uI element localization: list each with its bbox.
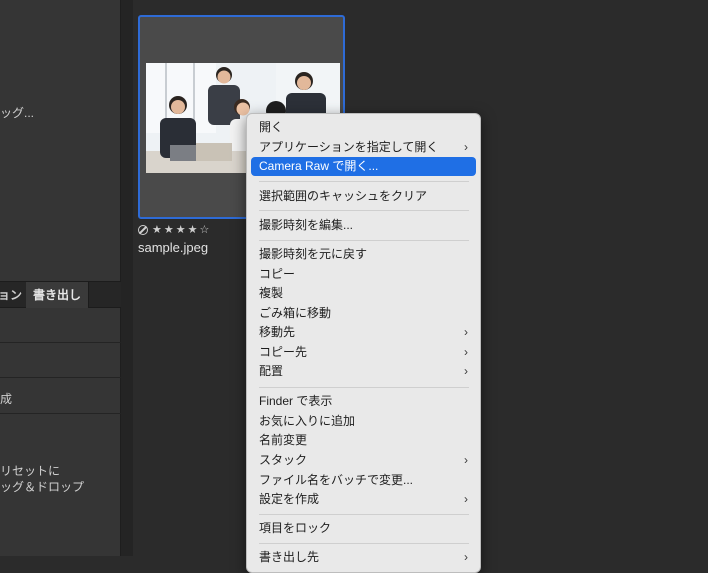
menu-item-label: コピー先 [259, 345, 308, 359]
chevron-right-icon: › [464, 492, 468, 506]
chevron-right-icon: › [464, 550, 468, 564]
context-menu: 開く アプリケーションを指定して開く › Camera Raw で開く... 選択… [246, 113, 481, 573]
menu-item-label: 書き出し先 [259, 550, 320, 564]
menu-item-move-to[interactable]: 移動先 › [251, 323, 476, 342]
divider [0, 377, 121, 378]
left-row-label[interactable]: ッグ＆ドロップ [0, 478, 84, 495]
chevron-right-icon: › [464, 325, 468, 339]
menu-item-label: Camera Raw で開く... [259, 159, 379, 173]
panel-splitter[interactable] [121, 0, 133, 556]
menu-item-stack[interactable]: スタック › [251, 451, 476, 470]
divider [0, 342, 121, 343]
menu-item-label: スタック [259, 453, 308, 467]
menu-item-reveal-in-finder[interactable]: Finder で表示 [251, 392, 476, 411]
menu-item-label: ファイル名をバッチで変更... [259, 473, 414, 487]
menu-item-rename[interactable]: 名前変更 [251, 431, 476, 450]
star-icon[interactable]: ★ [152, 224, 162, 236]
divider [0, 413, 121, 414]
menu-item-label: お気に入りに追加 [259, 414, 356, 428]
menu-item-create-settings[interactable]: 設定を作成 › [251, 490, 476, 509]
menu-item-label: 名前変更 [259, 433, 308, 447]
left-row-label[interactable]: リセットに [0, 462, 60, 479]
tab-partial[interactable]: ョン [0, 282, 22, 308]
menu-item-purge-cache[interactable]: 選択範囲のキャッシュをクリア [251, 187, 476, 206]
menu-separator [259, 543, 469, 544]
menu-item-copy[interactable]: コピー [251, 265, 476, 284]
left-panel-truncated-item[interactable]: ッグ... [0, 104, 34, 121]
menu-separator [259, 210, 469, 211]
menu-separator [259, 514, 469, 515]
menu-item-duplicate[interactable]: 複製 [251, 284, 476, 303]
chevron-right-icon: › [464, 364, 468, 378]
menu-item-open[interactable]: 開く [251, 118, 476, 137]
menu-separator [259, 387, 469, 388]
menu-item-lock-item[interactable]: 項目をロック [251, 519, 476, 538]
menu-item-export-to[interactable]: 書き出し先 › [251, 548, 476, 567]
menu-item-edit-capture-time[interactable]: 撮影時刻を編集... [251, 216, 476, 235]
menu-item-label: コピー [259, 267, 296, 281]
star-icon[interactable]: ★ [188, 224, 198, 236]
menu-item-add-to-favorites[interactable]: お気に入りに追加 [251, 412, 476, 431]
star-icon[interactable]: ★ [176, 224, 186, 236]
menu-item-label: 開く [259, 120, 284, 134]
left-row-label[interactable]: 成 [0, 390, 12, 407]
menu-item-label: 移動先 [259, 325, 296, 339]
menu-item-move-to-trash[interactable]: ごみ箱に移動 [251, 304, 476, 323]
tab-export[interactable]: 書き出し [26, 282, 89, 308]
menu-item-label: 複製 [259, 286, 284, 300]
menu-item-open-with[interactable]: アプリケーションを指定して開く › [251, 138, 476, 157]
menu-item-label: 配置 [259, 364, 284, 378]
menu-item-place[interactable]: 配置 › [251, 362, 476, 381]
star-empty-icon[interactable]: ☆ [200, 224, 210, 236]
thumbnail-filename[interactable]: sample.jpeg [138, 240, 208, 255]
chevron-right-icon: › [464, 453, 468, 467]
menu-item-label: Finder で表示 [259, 394, 333, 408]
menu-item-label: 撮影時刻を元に戻す [259, 247, 368, 261]
menu-item-copy-to[interactable]: コピー先 › [251, 343, 476, 362]
left-tabbar: ョン 書き出し [0, 281, 121, 308]
menu-item-revert-capture-time[interactable]: 撮影時刻を元に戻す [251, 245, 476, 264]
left-panel: ッグ... ョン 書き出し 成 リセットに ッグ＆ドロップ [0, 0, 121, 556]
menu-item-label: 項目をロック [259, 521, 332, 535]
menu-separator [259, 240, 469, 241]
reject-icon[interactable] [138, 225, 148, 235]
menu-separator [259, 181, 469, 182]
star-icon[interactable]: ★ [164, 224, 174, 236]
menu-item-batch-rename[interactable]: ファイル名をバッチで変更... [251, 471, 476, 490]
menu-item-open-camera-raw[interactable]: Camera Raw で開く... [251, 157, 476, 176]
menu-item-label: アプリケーションを指定して開く [259, 140, 439, 154]
menu-item-label: 設定を作成 [259, 492, 320, 506]
menu-item-label: ごみ箱に移動 [259, 306, 332, 320]
chevron-right-icon: › [464, 345, 468, 359]
chevron-right-icon: › [464, 140, 468, 154]
menu-item-label: 撮影時刻を編集... [259, 218, 354, 232]
menu-item-label: 選択範囲のキャッシュをクリア [259, 189, 428, 203]
rating-row: ★ ★ ★ ★ ☆ [138, 223, 209, 237]
